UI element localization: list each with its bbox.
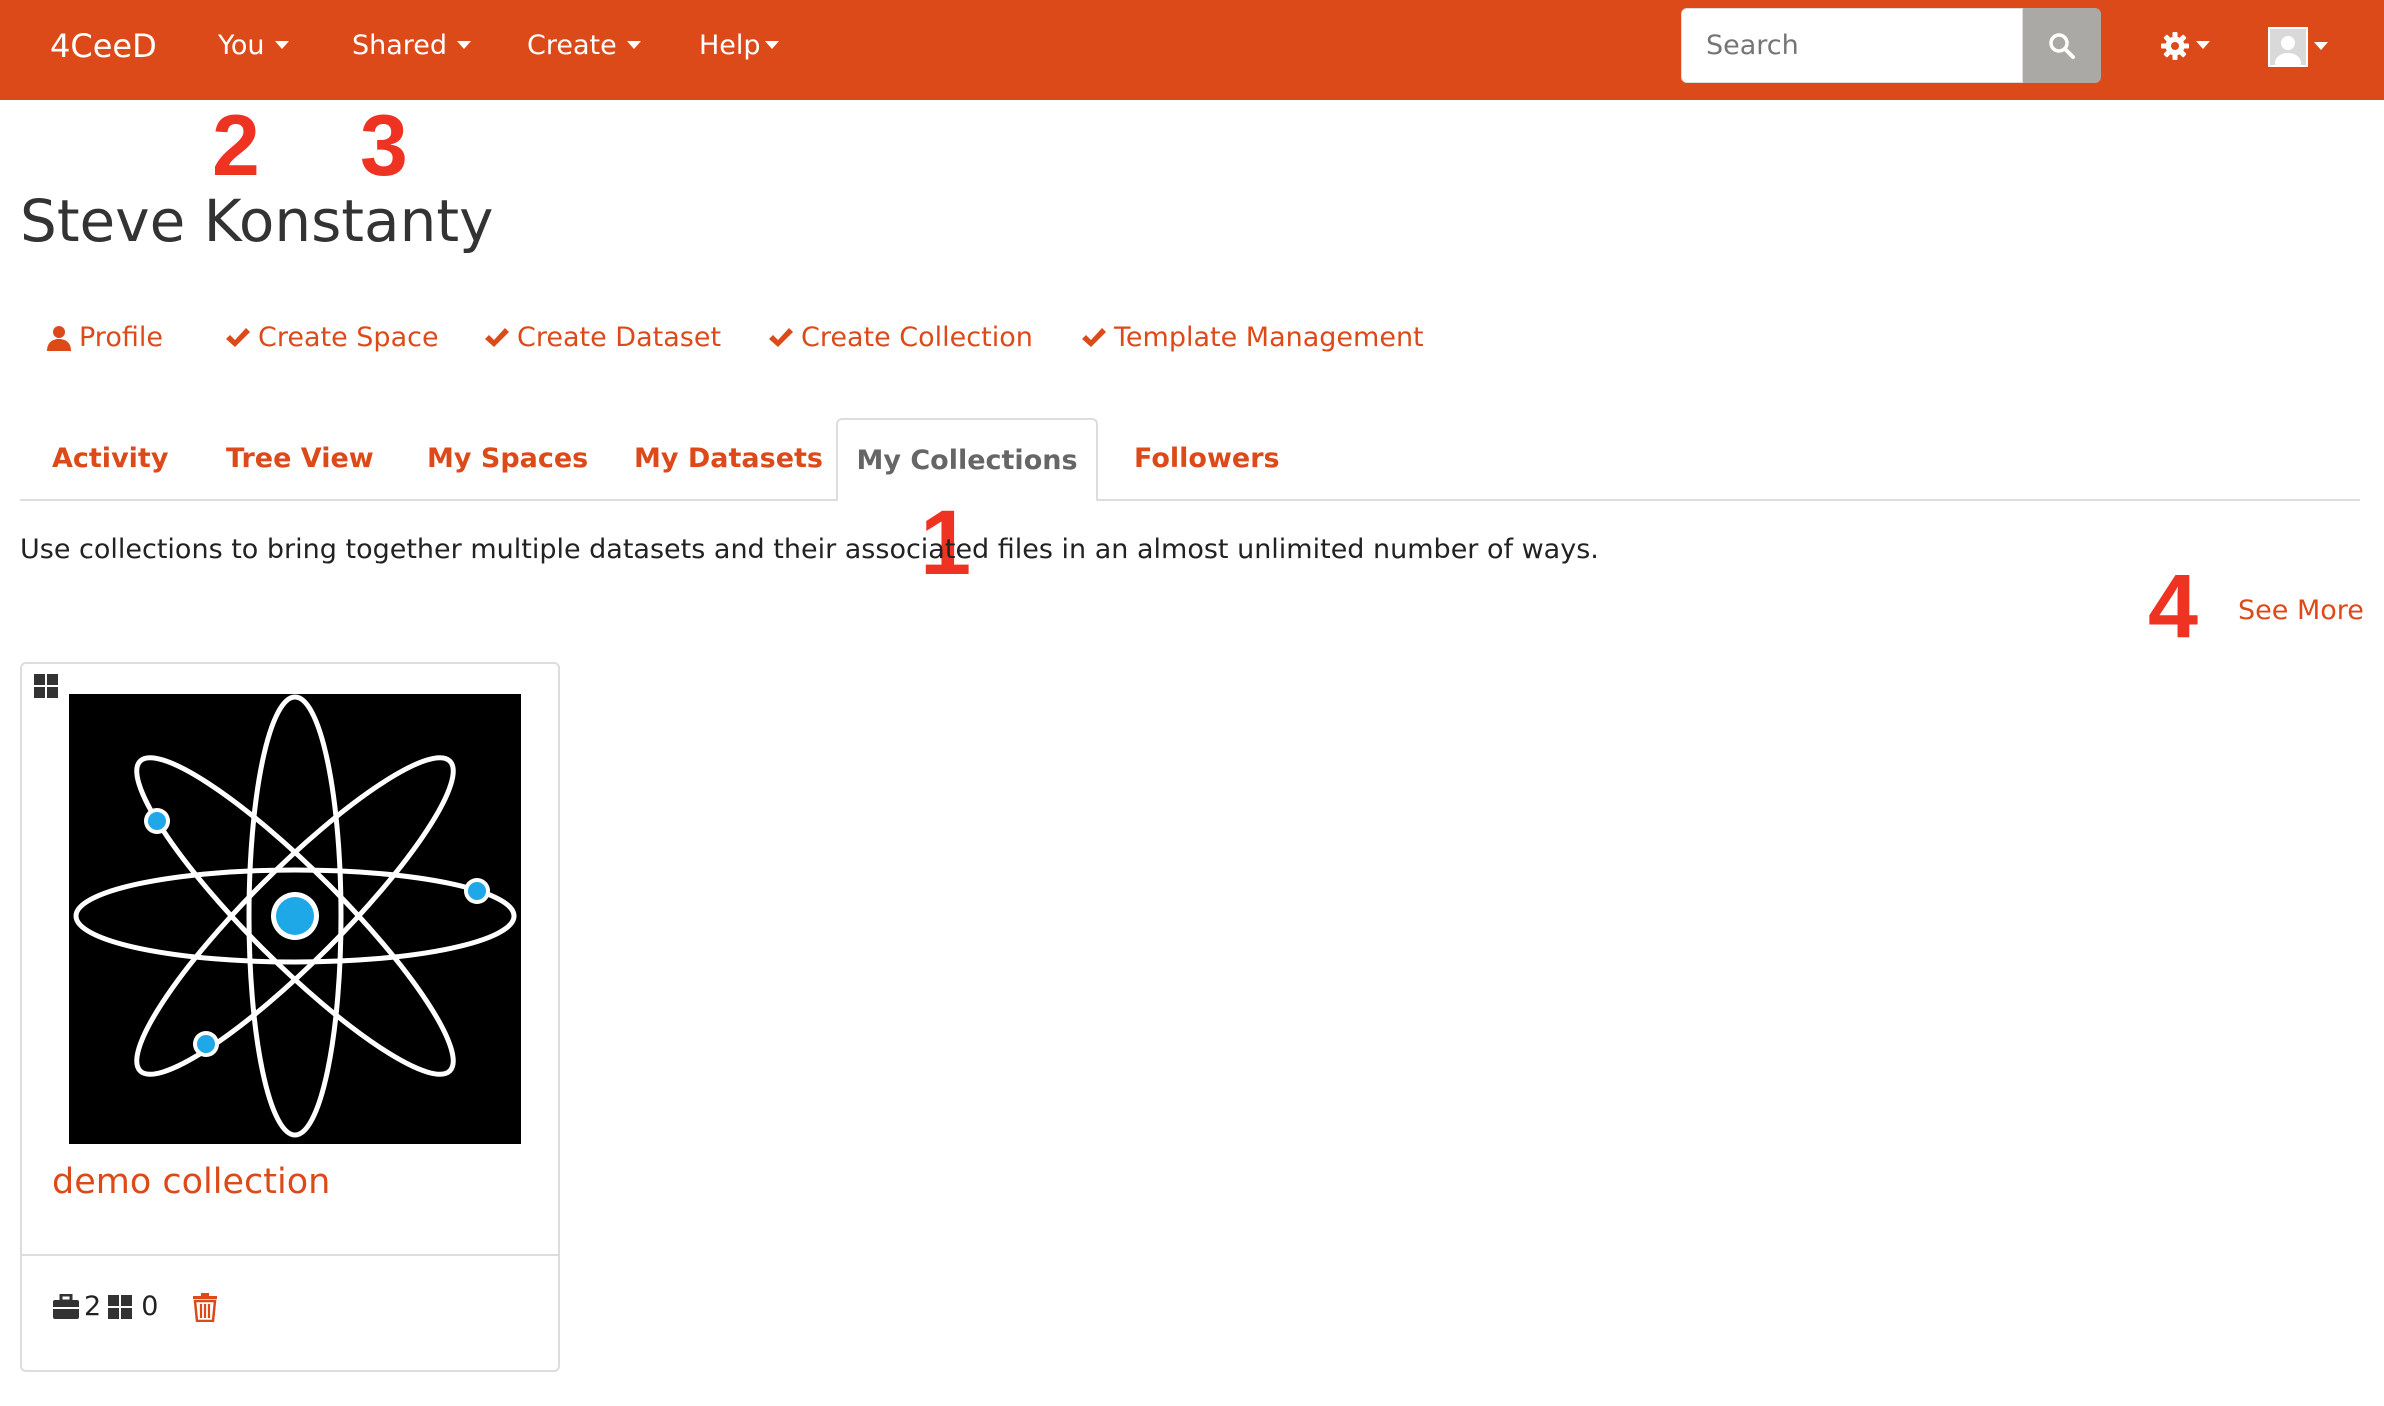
template-management-link-label: Template Management xyxy=(1114,322,1424,353)
profile-link-label: Profile xyxy=(79,322,163,353)
atom-image xyxy=(69,694,521,1144)
nav-menu-you-label: You xyxy=(218,30,265,61)
trash-icon[interactable] xyxy=(192,1292,218,1322)
check-icon xyxy=(769,327,793,347)
check-icon xyxy=(485,327,509,347)
user-silhouette-icon xyxy=(2270,29,2306,65)
annotation-number: 4 xyxy=(2148,557,2199,657)
nav-menu-help[interactable]: Help xyxy=(699,0,779,100)
caret-down-icon xyxy=(457,41,472,49)
user-menu[interactable] xyxy=(2268,25,2328,69)
search-button[interactable] xyxy=(2023,8,2101,83)
user-icon xyxy=(47,325,71,351)
nav-menu-you[interactable]: You xyxy=(218,0,289,100)
nav-menu-create-label: Create xyxy=(527,30,617,61)
caret-down-icon xyxy=(764,41,779,49)
collection-thumbnail[interactable] xyxy=(69,694,521,1144)
see-more-link[interactable]: See More xyxy=(2238,595,2364,626)
nav-menu-help-label: Help xyxy=(699,30,761,61)
caret-down-icon xyxy=(274,41,289,49)
template-management-link[interactable]: Template Management xyxy=(1080,322,1424,353)
tab-my-collections[interactable]: My Collections xyxy=(836,418,1098,502)
tab-tree-view[interactable]: Tree View xyxy=(226,418,374,500)
annotation-number: 2 xyxy=(212,98,260,194)
search-icon xyxy=(2049,32,2075,59)
annotation-number: 3 xyxy=(360,98,408,194)
nav-menu-create[interactable]: Create xyxy=(527,0,641,100)
collection-card: demo collection 2 0 xyxy=(20,662,560,1372)
nav-menu-shared-label: Shared xyxy=(352,30,448,61)
create-space-link-label: Create Space xyxy=(258,322,439,353)
grid-icon xyxy=(34,674,58,698)
brand-logo[interactable]: 4CeeD xyxy=(50,0,157,100)
datasets-count: 2 xyxy=(84,1291,102,1322)
grid-icon xyxy=(108,1294,133,1319)
avatar xyxy=(2268,27,2308,67)
caret-down-icon xyxy=(626,41,641,49)
search-input[interactable] xyxy=(1681,8,2023,83)
tab-my-spaces[interactable]: My Spaces xyxy=(427,418,588,500)
check-icon xyxy=(1082,327,1106,347)
card-divider xyxy=(22,1254,558,1256)
caret-down-icon xyxy=(2314,41,2328,50)
tab-activity[interactable]: Activity xyxy=(52,418,168,500)
card-footer: 2 0 xyxy=(52,1291,218,1322)
collection-title-link[interactable]: demo collection xyxy=(52,1162,330,1202)
create-dataset-link-label: Create Dataset xyxy=(517,322,722,353)
collections-description: Use collections to bring together multip… xyxy=(20,534,1599,565)
create-space-link[interactable]: Create Space xyxy=(224,322,439,353)
child-collections-count: 0 xyxy=(141,1291,159,1322)
create-collection-link-label: Create Collection xyxy=(801,322,1033,353)
briefcase-icon xyxy=(53,1293,79,1319)
page-title: Steve Konstanty xyxy=(20,187,494,255)
caret-down-icon xyxy=(2196,40,2210,49)
gear-icon xyxy=(2161,32,2189,60)
profile-link[interactable]: Profile xyxy=(45,322,163,353)
top-navbar: 4CeeD You Shared Create Help xyxy=(0,0,2384,100)
tab-my-datasets[interactable]: My Datasets xyxy=(634,418,823,500)
create-dataset-link[interactable]: Create Dataset xyxy=(483,322,721,353)
tab-followers[interactable]: Followers xyxy=(1134,418,1280,500)
check-icon xyxy=(226,327,250,347)
create-collection-link[interactable]: Create Collection xyxy=(767,322,1033,353)
settings-menu[interactable] xyxy=(2160,24,2210,68)
nav-menu-shared[interactable]: Shared xyxy=(352,0,472,100)
